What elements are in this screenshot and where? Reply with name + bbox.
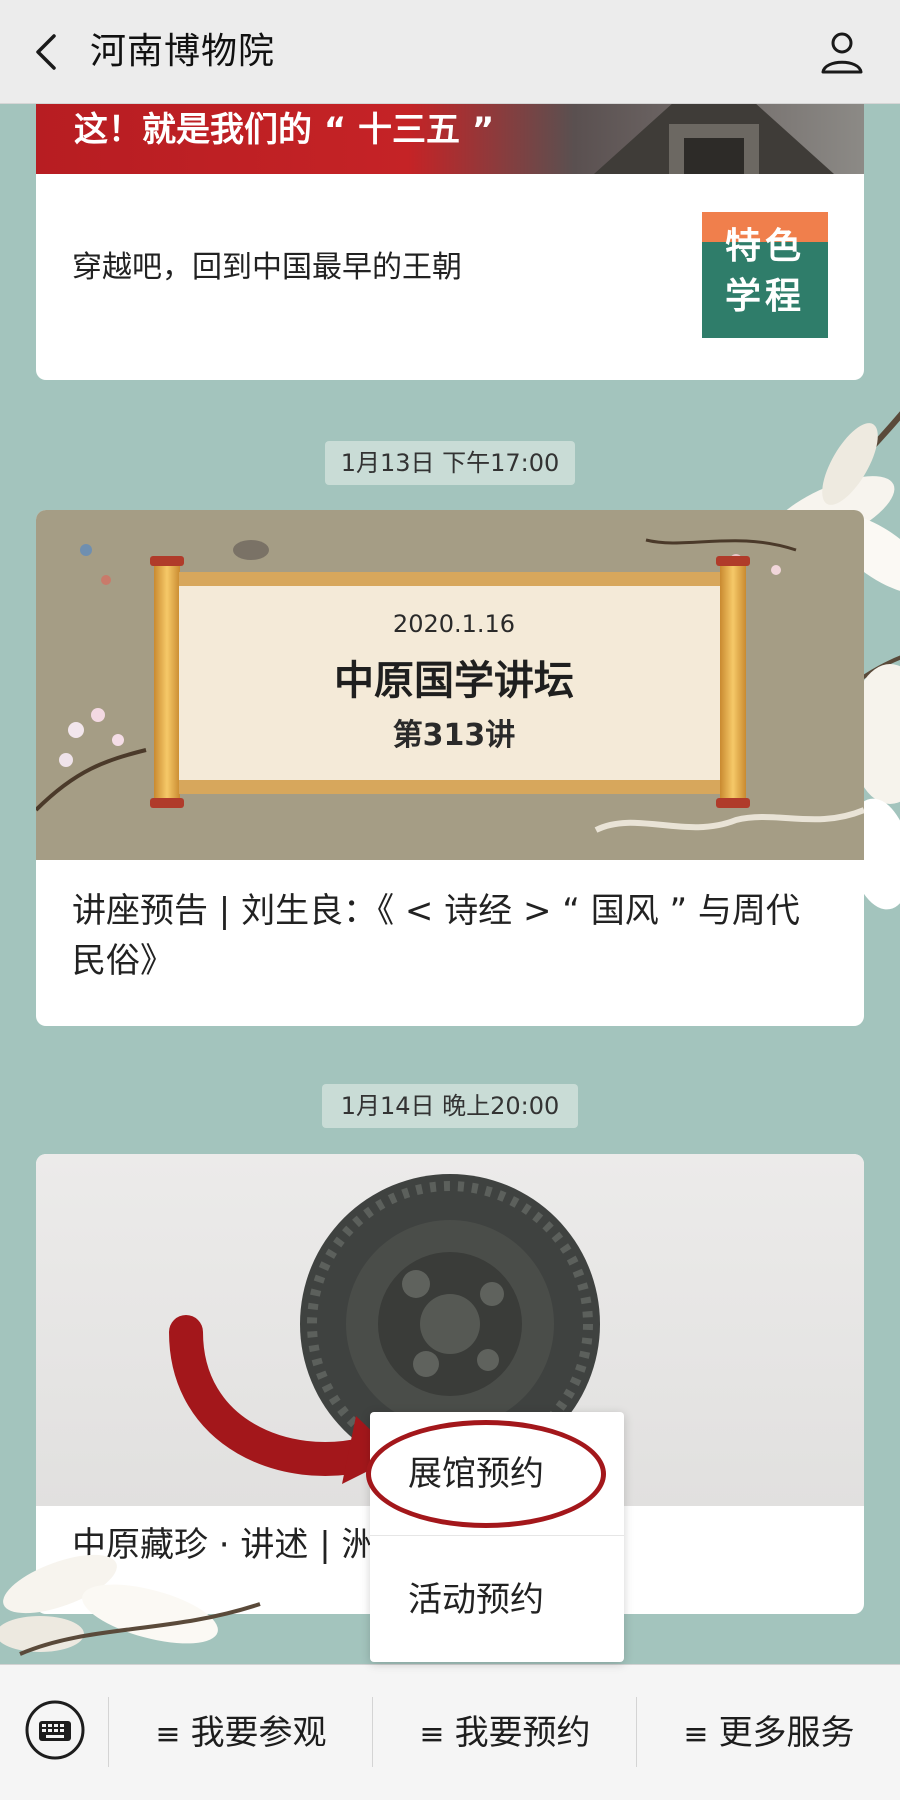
menu-list-icon: ≡	[155, 1717, 181, 1752]
menu-reserve-label: 我要预约	[454, 1713, 591, 1753]
scroll-title: 中原国学讲坛	[334, 658, 574, 704]
highlight-annotation-ring	[366, 1420, 606, 1528]
menu-reserve-button[interactable]: ≡ 我要预约	[374, 1665, 636, 1800]
magnolia-flower-decoration	[0, 1554, 261, 1656]
menu-item-exhibition-reservation[interactable]: 展馆预约	[366, 1412, 624, 1536]
keyboard-icon[interactable]	[24, 1699, 86, 1761]
bottom-menu-bar: ≡ 我要参观 ≡ 我要预约 ≡ 更多服务	[0, 1664, 900, 1800]
message-timestamp: 1月13日 下午17:00	[325, 441, 575, 485]
article-title: 穿越吧，回到中国最早的王朝	[72, 250, 462, 285]
article-card-2[interactable]: 2020.1.16 中原国学讲坛 第313讲 讲座预告 | 刘生良：《 < 诗经…	[36, 510, 864, 1026]
article-banner-image: 这！就是我们的 “ 十三五 ”	[36, 104, 864, 174]
museum-building-image	[594, 104, 834, 174]
menu-item-label: 活动预约	[408, 1580, 544, 1620]
page-title: 河南博物院	[90, 31, 276, 72]
banner-text: 这！就是我们的 “ 十三五 ”	[74, 110, 495, 150]
person-icon[interactable]	[818, 28, 866, 76]
top-nav-bar: 河南博物院	[0, 0, 900, 104]
menu-more-services-button[interactable]: ≡ 更多服务	[638, 1665, 900, 1800]
menu-more-label: 更多服务	[718, 1713, 855, 1753]
menu-list-icon: ≡	[683, 1717, 709, 1752]
scroll-date: 2020.1.16	[392, 610, 516, 638]
message-timestamp: 1月14日 晚上20:00	[322, 1084, 578, 1128]
menu-visit-label: 我要参观	[190, 1713, 327, 1753]
thumb-text-line1: 特色	[724, 226, 805, 267]
menu-list-icon: ≡	[419, 1717, 445, 1752]
article-thumbnail: 特色 学程	[702, 212, 828, 338]
scroll-paper: 2020.1.16 中原国学讲坛 第313讲	[179, 572, 729, 794]
menu-item-activity-reservation[interactable]: 活动预约	[370, 1538, 624, 1662]
thumb-text-line2: 学程	[724, 276, 805, 317]
article-card-1[interactable]: 这！就是我们的 “ 十三五 ” 穿越吧，回到中国最早的王朝 特色 学程	[36, 104, 864, 380]
scroll-subtitle: 第313讲	[392, 718, 516, 753]
menu-visit-button[interactable]: ≡ 我要参观	[110, 1665, 372, 1800]
reservation-popup-menu: 展馆预约 活动预约	[366, 1412, 624, 1662]
article-title: 讲座预告 | 刘生良：《 < 诗经 > “ 国风 ” 与周代民俗》	[72, 891, 800, 981]
lecture-scroll-image: 2020.1.16 中原国学讲坛 第313讲	[36, 510, 864, 860]
article-subitem[interactable]: 穿越吧，回到中国最早的王朝 特色 学程	[36, 174, 864, 380]
chevron-left-icon[interactable]	[26, 28, 66, 76]
